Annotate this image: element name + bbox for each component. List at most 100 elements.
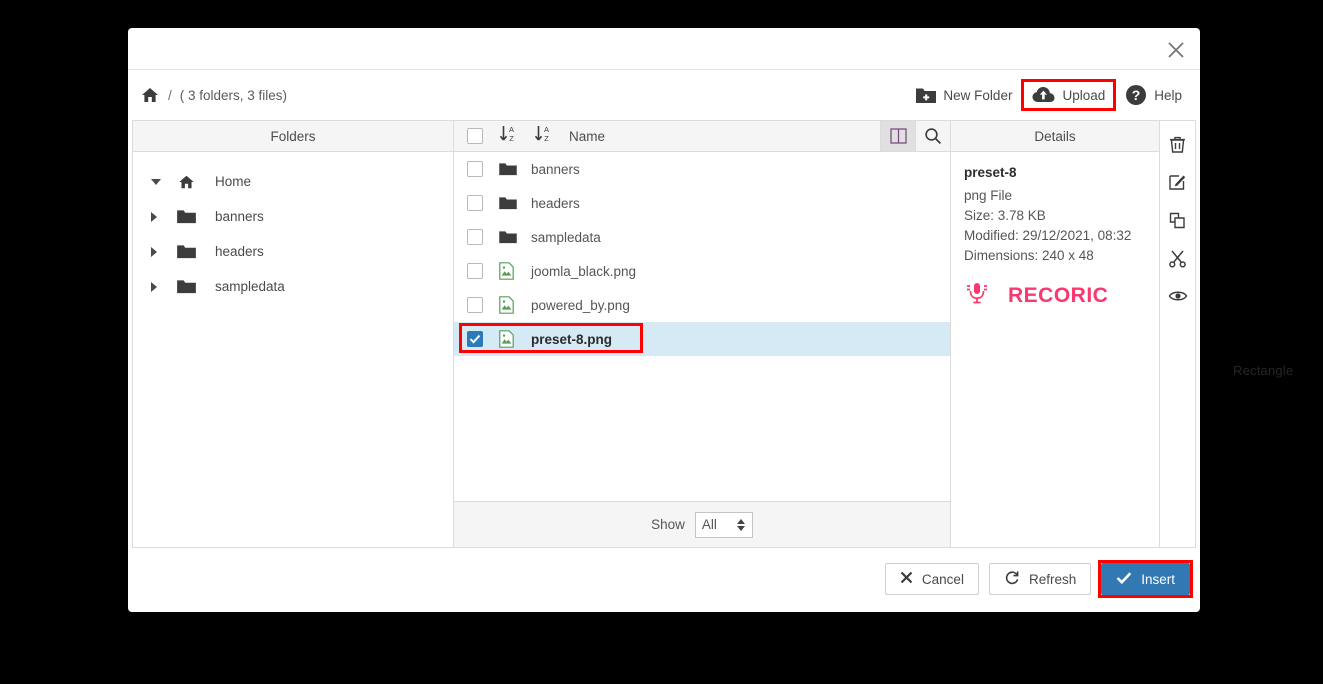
split-view-icon[interactable] [880,121,915,151]
file-name: preset-8.png [531,331,613,347]
detail-file-modified: Modified: 29/12/2021, 08:32 [964,228,1132,243]
search-icon[interactable] [915,121,950,151]
help-label: Help [1154,87,1182,103]
file-name: sampledata [531,229,601,245]
edit-icon[interactable] [1166,169,1190,195]
spinner-arrows-icon [736,518,745,531]
cancel-button[interactable]: Cancel [884,563,979,595]
chevron-right-icon[interactable] [151,211,177,222]
table-row[interactable]: joomla_black.png [454,254,950,288]
table-row[interactable]: banners [454,152,950,186]
file-name: banners [531,161,580,177]
details-body: preset-8 png File Size: 3.78 KB Modified… [951,152,1159,547]
row-checkbox[interactable] [467,297,483,313]
actions-pane [1160,121,1195,547]
tree-item-sampledata[interactable]: sampledata [133,269,453,304]
refresh-button[interactable]: Refresh [988,563,1092,595]
svg-text:Z: Z [544,134,549,143]
insert-button[interactable]: Insert [1101,563,1190,595]
svg-text:?: ? [1132,87,1141,103]
files-pane-header: A Z A Z Name [454,121,950,152]
files-header-tools [880,121,950,151]
folder-icon [177,209,207,224]
svg-text:A: A [544,125,549,134]
detail-file-title: preset-8 [964,165,1017,180]
row-checkbox[interactable] [467,161,483,177]
sort-alpha-desc-icon[interactable]: A Z [534,124,553,148]
tree-item-headers[interactable]: headers [133,234,453,269]
cut-scissors-icon[interactable] [1166,245,1190,271]
upload-label: Upload [1062,87,1106,103]
detail-file-type: png File [964,188,1013,203]
new-folder-button[interactable]: New Folder [908,83,1020,108]
image-file-icon [499,296,517,314]
folder-icon [499,162,517,176]
backdrop-label: Rectangle [1233,363,1294,378]
row-checkbox[interactable] [467,263,483,279]
tree-item-label: headers [215,244,264,259]
breadcrumb-count: ( 3 folders, 3 files) [179,87,288,103]
show-label: Show [651,517,685,532]
file-name: headers [531,195,580,211]
svg-text:Z: Z [509,134,514,143]
table-row[interactable]: sampledata [454,220,950,254]
image-file-icon [499,262,517,280]
upload-button[interactable]: Upload [1021,79,1117,111]
help-button[interactable]: ? Help [1117,80,1190,110]
column-header-name[interactable]: Name [569,129,605,144]
cancel-label: Cancel [921,571,964,587]
brand-text: RECORIC [1008,283,1109,307]
trash-icon[interactable] [1166,131,1190,157]
select-all-checkbox[interactable] [467,128,483,144]
tree-item-home[interactable]: Home [133,164,453,199]
x-icon [900,571,913,587]
chevron-down-icon[interactable] [151,178,177,185]
microphone-icon [964,280,990,311]
new-folder-label: New Folder [943,87,1013,103]
folder-icon [177,244,207,259]
sort-alpha-asc-icon[interactable]: A Z [499,124,518,148]
table-row[interactable]: headers [454,186,950,220]
show-select-value: All [701,517,717,532]
detail-file-dimensions: Dimensions: 240 x 48 [964,248,1094,263]
row-checkbox[interactable] [467,195,483,211]
toolbar-row: / ( 3 folders, 3 files) New Folder Uploa… [128,70,1200,120]
insert-button-highlight: Insert [1098,560,1193,598]
table-row-selected[interactable]: preset-8.png [454,322,950,356]
row-checkbox[interactable] [467,229,483,245]
table-row[interactable]: powered_by.png [454,288,950,322]
tree-item-label: Home [215,174,252,189]
detail-thumbnail: RECORIC [964,280,1159,311]
tree-item-banners[interactable]: banners [133,199,453,234]
insert-label: Insert [1141,571,1175,587]
image-file-icon [499,330,517,348]
file-list: banners headers sampledata joomla_black.… [454,152,950,501]
home-icon[interactable] [140,85,160,105]
chevron-right-icon[interactable] [151,246,177,257]
close-icon[interactable] [1162,36,1190,64]
dialog-footer: Cancel Refresh Insert [128,548,1200,610]
files-pane: A Z A Z Name banners headers sampledata … [454,121,951,547]
screen: Rectangle / ( 3 folders, 3 files) New Fo… [0,0,1323,684]
upload-cloud-icon [1032,86,1055,104]
new-folder-icon [916,87,937,104]
svg-text:A: A [509,125,514,134]
chevron-right-icon[interactable] [151,281,177,292]
folder-tree: Home banners headers sampledata [133,152,453,304]
breadcrumb: / ( 3 folders, 3 files) [140,85,287,105]
folder-icon [499,230,517,244]
details-pane-header: Details [951,121,1159,152]
file-name: joomla_black.png [531,263,637,279]
copy-icon[interactable] [1166,207,1190,233]
folders-pane: Folders Home banners headers sampledata [133,121,454,547]
media-manager-dialog: / ( 3 folders, 3 files) New Folder Uploa… [128,28,1200,612]
row-checkbox[interactable] [467,331,483,347]
file-name: powered_by.png [531,297,630,313]
breadcrumb-separator: / [168,87,172,103]
show-select[interactable]: All [694,511,753,538]
folders-pane-header: Folders [133,121,453,152]
panes: Folders Home banners headers sampledata … [132,120,1196,548]
folder-icon [177,279,207,294]
tree-item-label: sampledata [215,279,285,294]
eye-preview-icon[interactable] [1166,283,1190,309]
